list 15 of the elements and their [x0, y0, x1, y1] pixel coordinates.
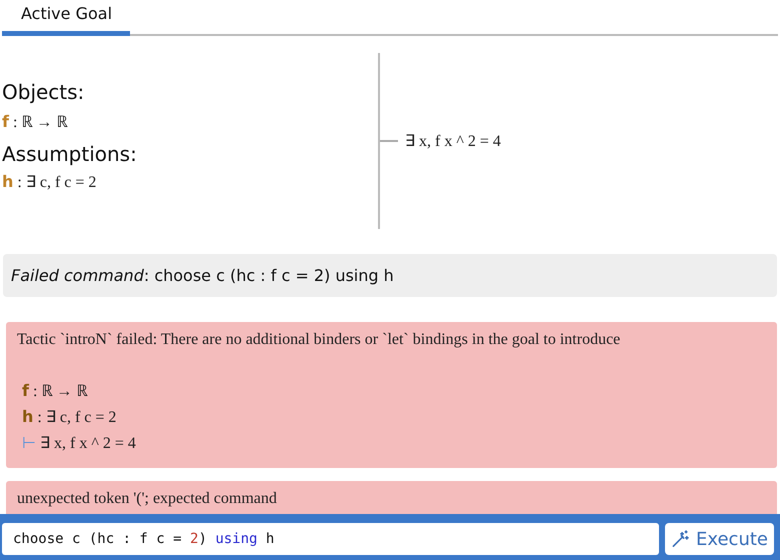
command-input[interactable]: choose c (hc : f c = 2) using h: [2, 523, 659, 555]
hypothesis: h : ∃ c, f c = 2: [22, 407, 118, 427]
section-heading: Objects:: [2, 80, 86, 104]
error-text: unexpected token '('; expected command: [17, 490, 278, 508]
hypothesis: f : ℝ → ℝ: [22, 380, 88, 401]
failed-command: Failed command: choose c (hc : f c = 2) using h: [3, 254, 777, 297]
section-heading: Assumptions:: [2, 142, 138, 166]
hypothesis: h : ∃ c, f c = 2: [2, 172, 98, 192]
magic-wand-icon: [671, 529, 690, 549]
hypothesis: f : ℝ → ℝ: [2, 111, 68, 132]
goal-target: ∃ x, f x ^ 2 = 4: [405, 132, 501, 151]
execute-button[interactable]: Execute: [665, 523, 774, 555]
goal-target: ⊢ ∃ x, f x ^ 2 = 4: [22, 434, 137, 453]
error-text: Tactic `introN` failed: There are no additional binders or `let` bindings in the goal to introduce: [17, 331, 622, 349]
tab[interactable]: Active Goal: [2, 0, 130, 36]
